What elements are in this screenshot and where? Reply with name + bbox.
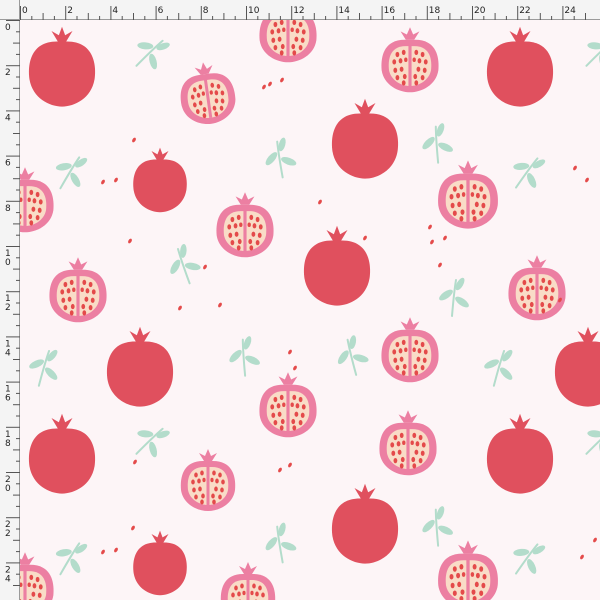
vertical-ruler-label: 4 (5, 113, 11, 123)
vertical-ruler-label: 18 (5, 430, 11, 449)
vertical-ruler-label: 10 (5, 249, 11, 268)
fabric-preview-window: 0 2 4 6 8 10 12 14 16 18 20 22 24 024681012141618202… (0, 0, 600, 600)
horizontal-ruler-label: 2 (67, 6, 73, 16)
horizontal-ruler-label: 0 (22, 6, 28, 16)
vertical-ruler-label: 14 (5, 339, 11, 358)
vertical-ruler[interactable]: 024681 01 21 41 61 82 02 22 4 (0, 20, 20, 600)
horizontal-ruler-label: 24 (564, 6, 576, 16)
horizontal-ruler-label: 8 (203, 6, 209, 16)
vertical-ruler-label: 6 (5, 159, 11, 169)
vertical-ruler-label: 8 (5, 204, 11, 214)
horizontal-ruler-label: 22 (519, 6, 530, 16)
vertical-ruler-label: 12 (5, 294, 11, 313)
horizontal-ruler-label: 10 (248, 6, 260, 16)
vertical-ruler-label: 24 (5, 565, 11, 584)
fabric-pattern-canvas (20, 20, 600, 600)
horizontal-ruler-label: 4 (112, 6, 118, 16)
horizontal-ruler-label: 6 (158, 6, 164, 16)
vertical-ruler-label: 16 (5, 385, 11, 404)
vertical-ruler-label: 22 (5, 520, 11, 539)
horizontal-ruler-label: 16 (384, 6, 396, 16)
horizontal-ruler-label: 18 (429, 6, 441, 16)
pattern-background (20, 20, 600, 600)
horizontal-ruler[interactable]: 0 2 4 6 8 10 12 14 16 18 20 22 24 (20, 0, 600, 20)
vertical-ruler-label: 20 (5, 475, 11, 494)
vertical-ruler-label: 0 (5, 23, 11, 33)
horizontal-ruler-label: 12 (293, 6, 304, 16)
horizontal-ruler-label: 20 (474, 6, 486, 16)
vertical-ruler-label: 2 (5, 68, 11, 78)
ruler-corner (0, 0, 20, 20)
horizontal-ruler-label: 14 (338, 6, 350, 16)
